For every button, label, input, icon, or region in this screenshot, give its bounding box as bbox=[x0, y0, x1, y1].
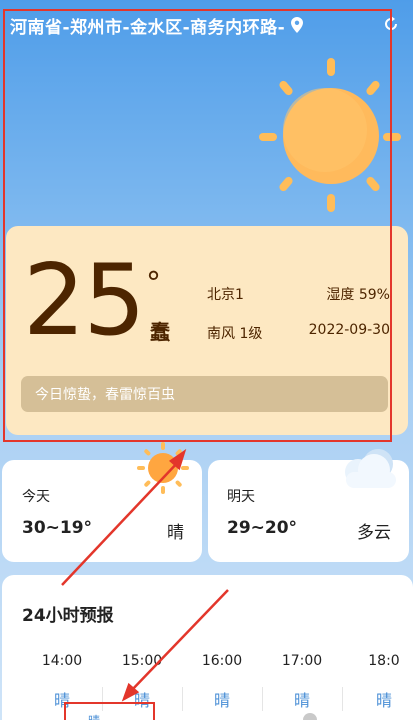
season-glyph: 蠢 bbox=[150, 320, 170, 344]
hour-condition: 晴 bbox=[53, 691, 70, 710]
day-temp-range: 30~19° bbox=[22, 518, 93, 538]
current-weather-card: 25 ° 蠢 北京1 湿度 59% 南风 1级 2022-09-30 今日惊蛰，… bbox=[6, 226, 408, 435]
location-bar[interactable]: 河南省-郑州市-金水区-商务内环路- bbox=[0, 0, 413, 50]
daily-tip-text: 今日惊蛰，春雷惊百虫 bbox=[35, 387, 175, 403]
day-name: 今天 bbox=[22, 489, 50, 505]
sun-icon bbox=[137, 442, 189, 494]
day-condition: 多云 bbox=[357, 523, 391, 543]
date-label: 2022-09-30 bbox=[308, 322, 390, 338]
bottom-tab-dot[interactable] bbox=[303, 713, 317, 720]
cloud-icon bbox=[345, 449, 396, 488]
day-condition: 晴 bbox=[167, 523, 184, 543]
hour-divider bbox=[342, 687, 343, 711]
city-label: 北京1 bbox=[207, 287, 244, 303]
sun-icon-large bbox=[259, 58, 401, 212]
hourly-forecast-card[interactable]: 24小时预报 14:00 15:00 16:00 17:00 18:0 晴 晴 … bbox=[2, 575, 413, 720]
hour-time: 18:0 bbox=[368, 653, 400, 669]
degree-symbol: ° bbox=[146, 266, 161, 301]
hourly-forecast-title: 24小时预报 bbox=[22, 606, 114, 626]
hour-time: 14:00 bbox=[41, 653, 83, 669]
location-pin-icon bbox=[291, 17, 304, 33]
hour-time: 16:00 bbox=[201, 653, 243, 669]
hour-condition: 晴 bbox=[213, 691, 230, 710]
hour-time: 17:00 bbox=[281, 653, 323, 669]
hour-time: 15:00 bbox=[121, 653, 163, 669]
hour-divider bbox=[262, 687, 263, 711]
hour-condition: 晴 bbox=[293, 691, 310, 710]
bottom-tab-label[interactable]: 晴 bbox=[88, 712, 100, 720]
humidity-label: 湿度 59% bbox=[326, 287, 390, 303]
wind-label: 南风 1级 bbox=[207, 326, 263, 342]
refresh-icon[interactable] bbox=[383, 16, 399, 32]
hour-condition: 晴 bbox=[133, 691, 150, 710]
hour-divider bbox=[102, 687, 103, 711]
hour-condition: 晴 bbox=[375, 691, 392, 710]
daily-tip-bar: 今日惊蛰，春雷惊百虫 bbox=[21, 376, 388, 412]
temperature-value: 25 bbox=[23, 244, 146, 358]
day-name: 明天 bbox=[227, 489, 255, 505]
hour-divider bbox=[182, 687, 183, 711]
day-temp-range: 29~20° bbox=[227, 518, 298, 538]
location-text: 河南省-郑州市-金水区-商务内环路- bbox=[10, 17, 286, 38]
